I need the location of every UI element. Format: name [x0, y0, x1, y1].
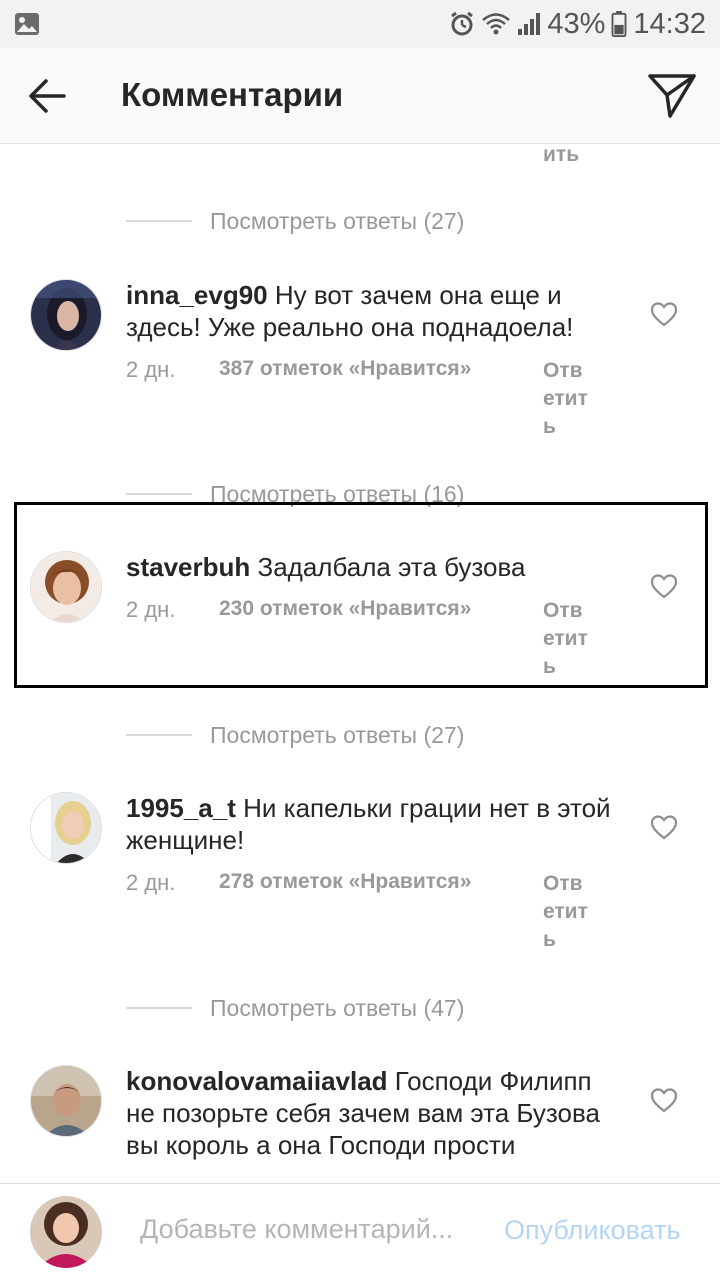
wifi-icon	[482, 13, 511, 35]
avatar-photo	[31, 793, 101, 863]
comments-list[interactable]: ить Посмотреть ответы (27) inna_evg90 Ну…	[0, 145, 720, 1183]
highlight-frame	[14, 502, 708, 688]
clock-time: 14:32	[633, 7, 706, 40]
comment-body: inna_evg90 Ну вот зачем она еще и здесь!…	[126, 279, 626, 343]
comment-time: 2 дн.	[126, 357, 176, 382]
avatar[interactable]	[30, 1065, 102, 1137]
comment-meta: 2 дн. 278 отметок «Нравится» Ответить	[126, 870, 606, 960]
avatar-photo	[31, 1066, 101, 1136]
avatar[interactable]	[30, 279, 102, 351]
comment-likes-count[interactable]: 278 отметок «Нравится»	[219, 870, 471, 894]
comment-username[interactable]: konovalovamaiiavlad	[126, 1066, 388, 1096]
replies-divider-line	[126, 220, 192, 222]
comment-meta: 2 дн. 387 отметок «Нравится» Ответить	[126, 357, 606, 447]
reply-button[interactable]: Ответить	[543, 357, 593, 441]
view-replies-link[interactable]: Посмотреть ответы (27)	[126, 718, 464, 752]
comment-time: 2 дн.	[126, 870, 176, 895]
comment-body: 1995_a_t Ни капельки грации нет в этой ж…	[126, 792, 626, 856]
reply-button-fragment[interactable]: ить	[543, 145, 579, 169]
view-replies-label: Посмотреть ответы (27)	[210, 721, 465, 748]
page-title: Комментарии	[121, 76, 344, 113]
view-replies-link[interactable]: Посмотреть ответы (47)	[126, 991, 464, 1025]
replies-divider-line	[126, 734, 192, 736]
top-app-bar: Комментарии	[0, 48, 720, 144]
view-replies-link[interactable]: Посмотреть ответы (27)	[126, 204, 464, 238]
heart-icon[interactable]	[650, 814, 678, 840]
status-bar: 43% 14:32	[0, 0, 720, 48]
view-replies-label: Посмотреть ответы (27)	[210, 207, 465, 234]
paper-plane-icon[interactable]	[646, 70, 698, 122]
comment-composer: Добавьте комментарий... Опубликовать	[0, 1183, 720, 1280]
arrow-left-icon[interactable]	[24, 76, 70, 116]
comment-username[interactable]: 1995_a_t	[126, 793, 236, 823]
avatar	[30, 1196, 102, 1268]
alarm-icon	[451, 11, 474, 36]
avatar[interactable]	[30, 792, 102, 864]
gallery-icon	[15, 13, 39, 35]
comment-input[interactable]: Добавьте комментарий...	[140, 1214, 480, 1254]
replies-divider-line	[126, 493, 192, 495]
signal-icon	[518, 13, 541, 35]
heart-icon[interactable]	[650, 301, 678, 327]
comment-likes-count[interactable]: 387 отметок «Нравится»	[219, 357, 471, 381]
publish-button[interactable]: Опубликовать	[504, 1215, 681, 1246]
reply-button[interactable]: Ответить	[543, 870, 593, 954]
comment-body: konovalovamaiiavlad Господи Филипп не по…	[126, 1065, 626, 1161]
replies-divider-line	[126, 1007, 192, 1009]
view-replies-label: Посмотреть ответы (47)	[210, 994, 465, 1021]
battery-percent: 43%	[547, 7, 606, 40]
battery-icon	[611, 11, 627, 37]
comment-username[interactable]: inna_evg90	[126, 280, 268, 310]
current-user-avatar-photo	[30, 1196, 102, 1268]
heart-icon[interactable]	[650, 1087, 678, 1113]
avatar-photo	[31, 280, 101, 350]
